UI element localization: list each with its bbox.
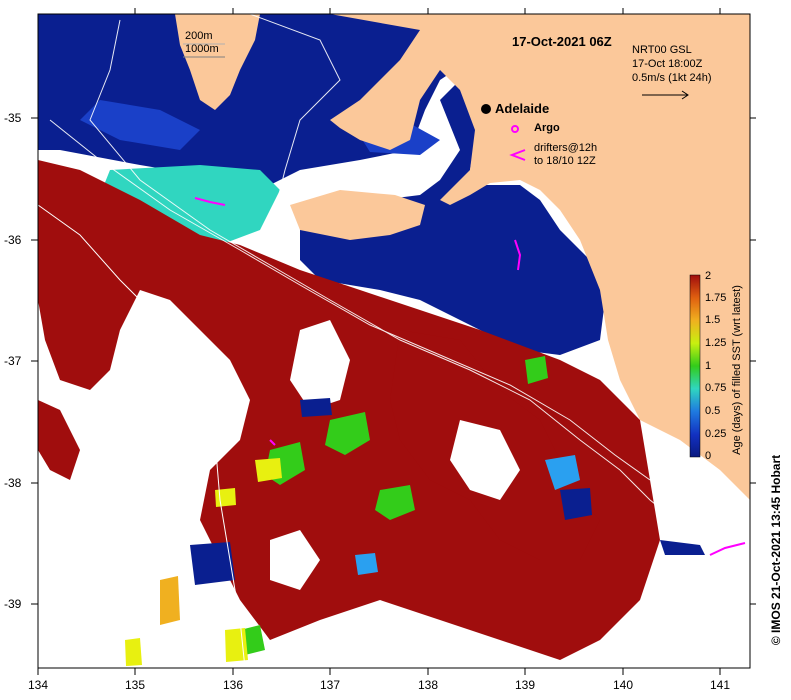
legend-drifters-1: drifters@12h	[534, 142, 598, 154]
adelaide-dot	[481, 104, 491, 114]
legend-argo: Argo	[534, 122, 560, 134]
y-tick-35: -35	[4, 111, 22, 125]
contour-key-200m: 200m	[185, 30, 213, 42]
yellow-patch	[255, 458, 282, 482]
contour-key-1000m: 1000m	[185, 43, 219, 55]
x-tick-134: 134	[27, 678, 49, 692]
x-tick-140: 140	[612, 678, 634, 692]
city-label-adelaide: Adelaide	[495, 101, 550, 116]
x-tick-135: 135	[124, 678, 146, 692]
x-tick-139: 139	[514, 678, 536, 692]
y-tick-38: -38	[4, 476, 22, 490]
x-tick-141: 141	[709, 678, 731, 692]
y-tick-37: -37	[4, 354, 22, 368]
current-key-line1: NRT00 GSL	[632, 44, 692, 56]
colorbar-tick: 1	[705, 360, 712, 372]
colorbar-tick: 0.25	[705, 428, 727, 440]
colorbar-tick: 1.25	[705, 337, 727, 349]
colorbar-tick: 0.5	[705, 405, 721, 417]
current-key-line2: 17-Oct 18:00Z	[632, 58, 703, 70]
colorbar-tick: 2	[705, 270, 712, 282]
colorbar-tick: 1.5	[705, 314, 721, 326]
x-tick-137: 137	[319, 678, 341, 692]
colorbar-label: Age (days) of filled SST (wrt latest)	[731, 285, 743, 455]
map-title: 17-Oct-2021 06Z	[512, 34, 612, 49]
credit-text: © IMOS 21-Oct-2021 13:45 Hobart	[769, 454, 783, 646]
colorbar-tick: 0	[705, 450, 712, 462]
y-tick-36: -36	[4, 233, 22, 247]
x-tick-138: 138	[417, 678, 439, 692]
y-tick-39: -39	[4, 597, 22, 611]
colorbar-tick: 0.75	[705, 382, 727, 394]
colorbar-tick: 1.75	[705, 292, 727, 304]
colorbar	[689, 274, 701, 458]
sst-age-map	[31, 8, 756, 675]
current-key-line3: 0.5m/s (1kt 24h)	[632, 72, 712, 84]
legend-drifters-2: to 18/10 12Z	[534, 155, 596, 167]
x-tick-136: 136	[222, 678, 244, 692]
